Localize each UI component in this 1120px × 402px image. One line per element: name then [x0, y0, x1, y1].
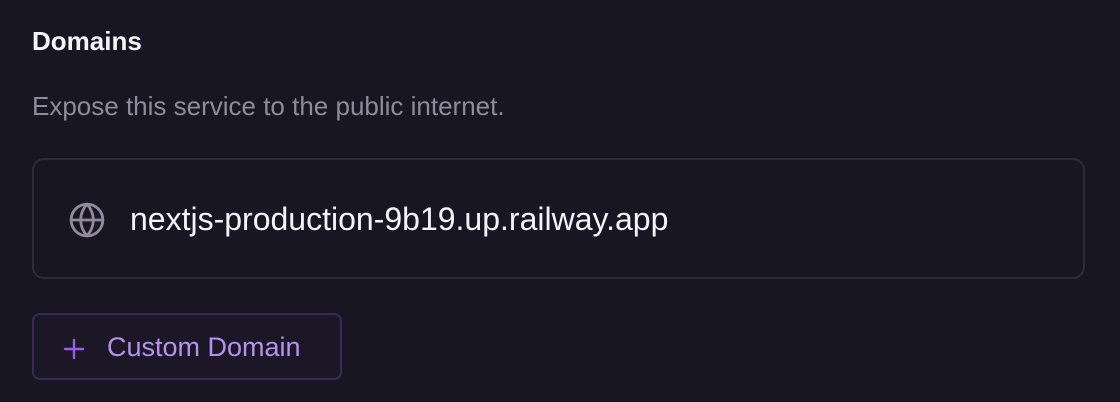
domain-card: nextjs-production-9b19.up.railway.app — [32, 158, 1085, 279]
section-description: Expose this service to the public intern… — [32, 91, 505, 121]
globe-icon — [68, 201, 106, 239]
custom-domain-button[interactable]: Custom Domain — [32, 313, 342, 380]
section-title: Domains — [32, 26, 142, 56]
plus-icon — [63, 338, 85, 360]
domain-link[interactable]: nextjs-production-9b19.up.railway.app — [130, 198, 668, 240]
domains-panel: Domains Expose this service to the publi… — [0, 0, 1120, 402]
custom-domain-label: Custom Domain — [107, 332, 301, 362]
